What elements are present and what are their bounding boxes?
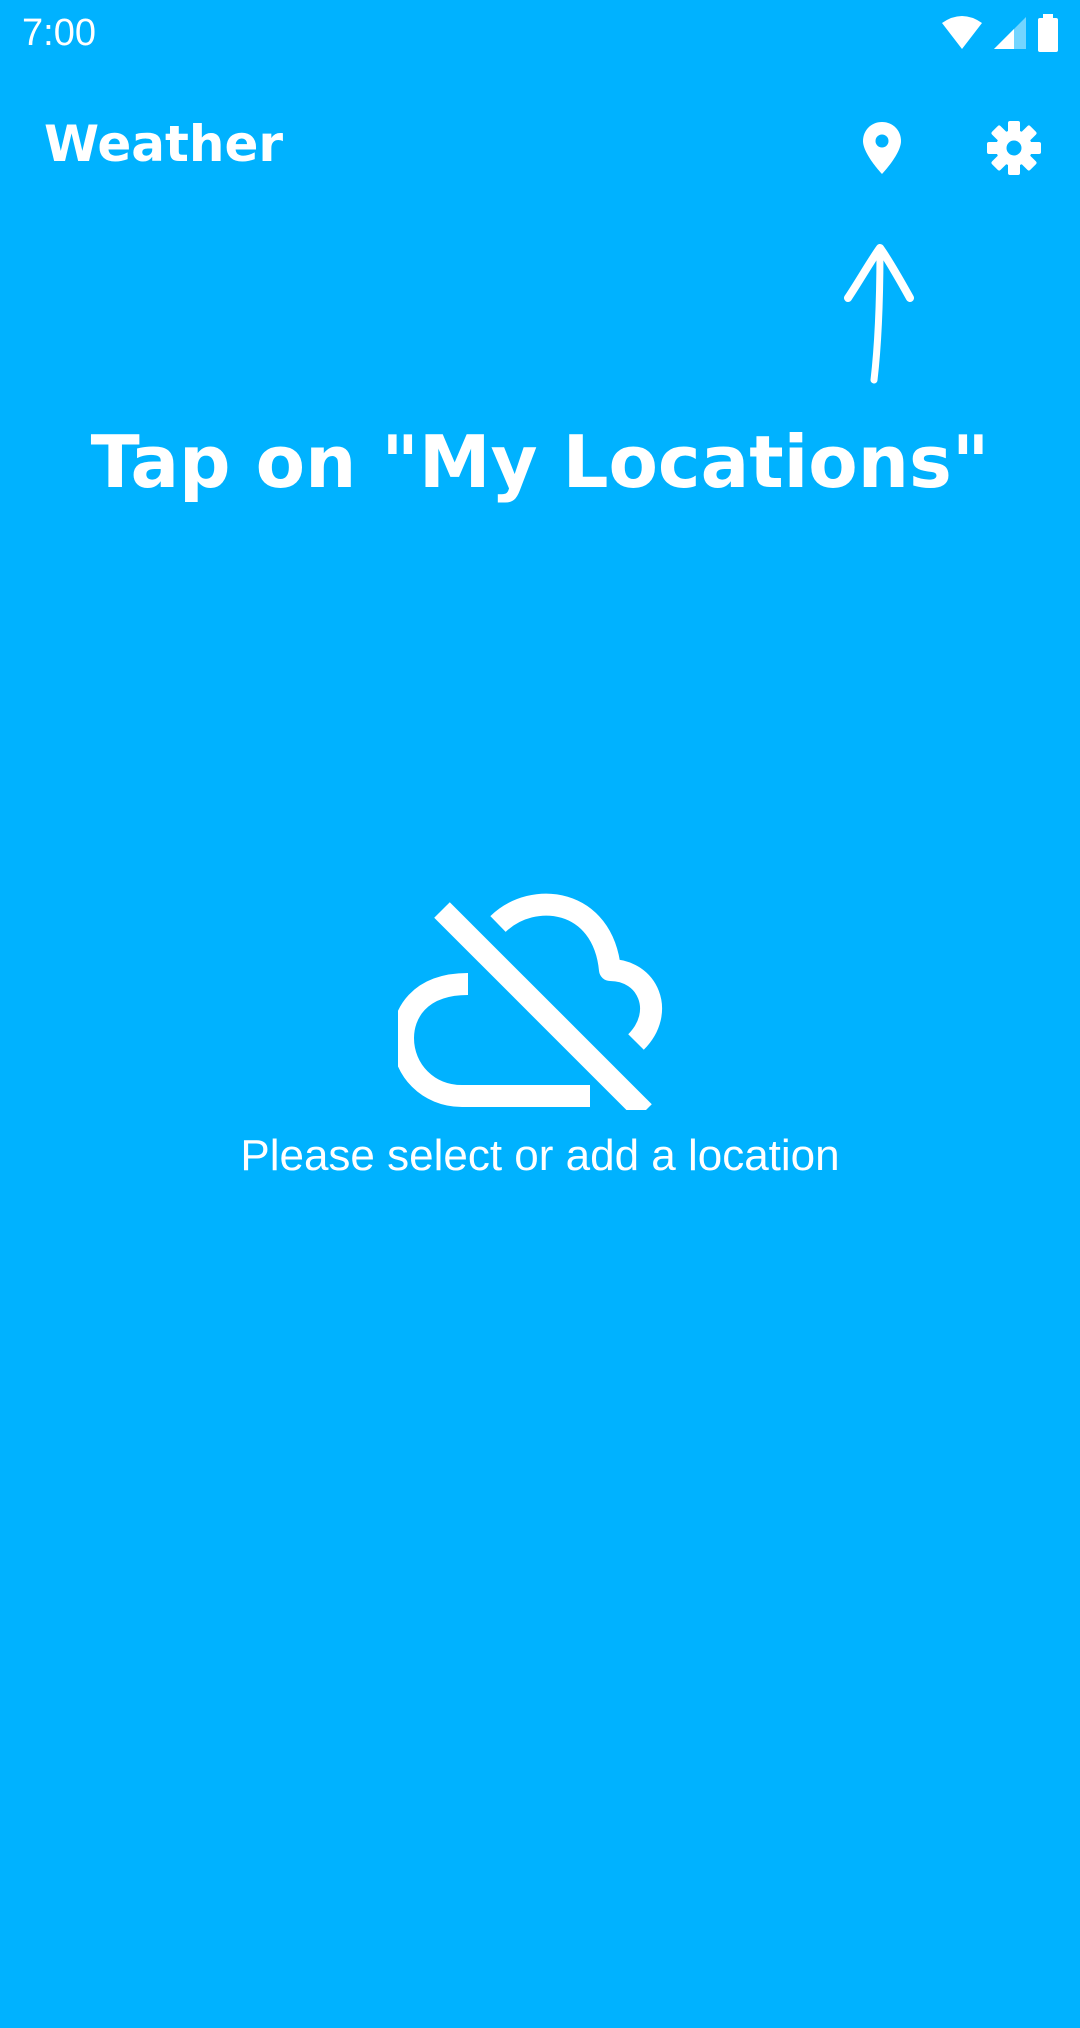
tutorial-hint-text: Tap on "My Locations" <box>90 420 990 504</box>
status-icons <box>940 14 1060 52</box>
empty-state-message: Please select or add a location <box>240 1131 840 1180</box>
status-bar: 7:00 <box>0 0 1080 66</box>
status-time: 7:00 <box>22 12 96 54</box>
hand-drawn-arrow-up-icon <box>844 244 914 384</box>
my-locations-button[interactable] <box>840 106 924 190</box>
settings-button[interactable] <box>972 106 1056 190</box>
wifi-icon <box>942 16 982 49</box>
battery-icon <box>1038 14 1058 52</box>
empty-state: Please select or add a location <box>0 880 1080 1200</box>
cloud-off-icon <box>398 893 663 1110</box>
app-title: Weather <box>44 115 284 173</box>
cellular-signal-icon <box>994 17 1026 49</box>
app-bar: Weather <box>0 66 1080 226</box>
location-pin-icon <box>863 122 901 174</box>
gear-icon <box>987 121 1041 175</box>
